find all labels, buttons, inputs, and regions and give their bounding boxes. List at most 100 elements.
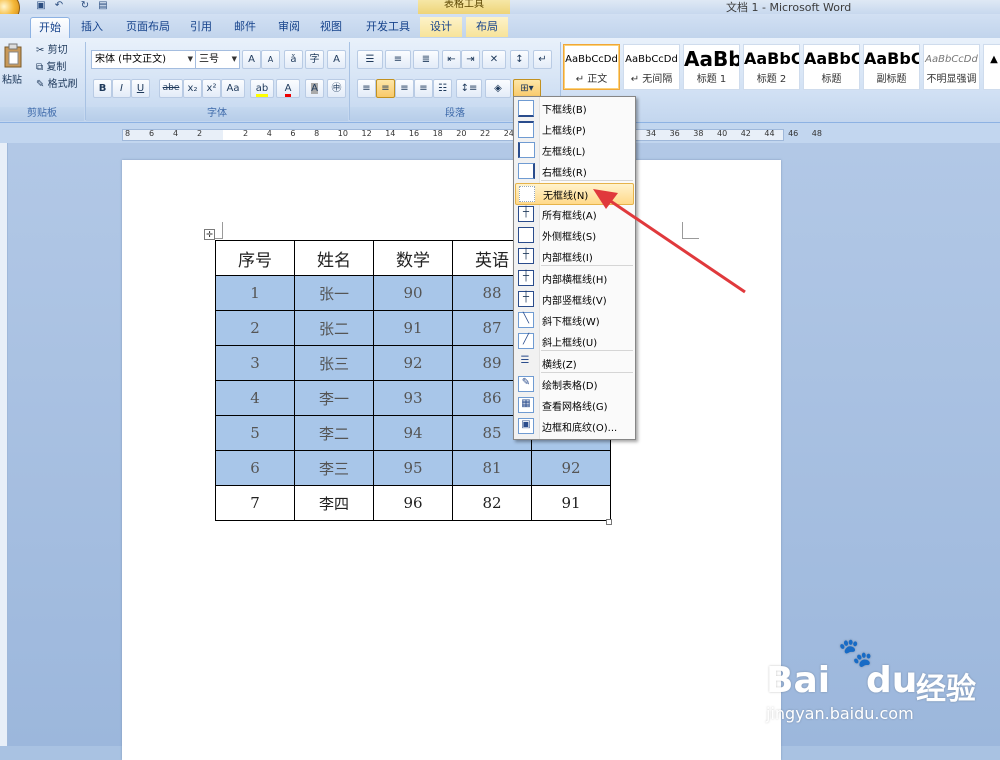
table-cell[interactable]: 张三 <box>294 345 374 381</box>
menu-item-left-border[interactable]: 左框线(L) <box>515 140 634 160</box>
menu-item-all-border[interactable]: ┼ 所有框线(A) <box>515 204 634 224</box>
align-right-button[interactable]: ≡ <box>395 79 414 98</box>
menu-item-right-border[interactable]: 右框线(R) <box>515 161 634 181</box>
style-no-spacing[interactable]: AaBbCcDd ↵ 无间隔 <box>623 44 680 90</box>
tab-mailings[interactable]: 邮件 <box>228 17 262 37</box>
menu-item-inside-border[interactable]: ┼ 内部框线(I) <box>515 246 634 266</box>
align-left-button[interactable]: ≡ <box>357 79 376 98</box>
table-cell[interactable]: 91 <box>531 485 611 521</box>
paste-label[interactable]: 粘贴 <box>2 72 22 90</box>
paste-button[interactable] <box>3 43 23 73</box>
increase-indent-button[interactable]: ⇥ <box>461 50 480 69</box>
vertical-ruler[interactable] <box>0 143 8 746</box>
tab-page-layout[interactable]: 页面布局 <box>120 17 176 37</box>
redo-icon[interactable]: ↻ <box>78 0 92 12</box>
show-marks-button[interactable]: ↵ <box>533 50 552 69</box>
table-cell[interactable]: 2 <box>215 310 295 346</box>
style-heading-1[interactable]: AaBb 标题 1 <box>683 44 740 90</box>
table-header-cell[interactable]: 序号 <box>215 240 295 276</box>
tab-view[interactable]: 视图 <box>314 17 348 37</box>
bullets-button[interactable]: ☰ <box>357 50 383 69</box>
chinese-layout-button[interactable]: ✕ <box>482 50 506 69</box>
format-painter-button[interactable]: ✎ 格式刷 <box>36 76 78 94</box>
grow-font-button[interactable]: A <box>242 50 261 69</box>
table-cell[interactable]: 92 <box>531 450 611 486</box>
undo-icon[interactable]: ↶ <box>52 0 66 12</box>
sort-button[interactable]: ↕ <box>510 50 529 69</box>
char-border-button[interactable]: A <box>327 50 346 69</box>
decrease-indent-button[interactable]: ⇤ <box>442 50 461 69</box>
horizontal-ruler[interactable]: 8 6 4 2 2 4 6 8 10 12 14 16 18 20 22 24 34 36 38 40 42 44 46 48 <box>0 123 1000 143</box>
table-cell[interactable]: 5 <box>215 415 295 451</box>
style-subtle-emphasis[interactable]: AaBbCcDd 不明显强调 <box>923 44 980 90</box>
shrink-font-button[interactable]: A <box>261 50 280 69</box>
style-normal[interactable]: AaBbCcDd ↵ 正文 <box>563 44 620 90</box>
tab-design[interactable]: 设计 <box>420 17 462 37</box>
table-cell[interactable]: 82 <box>452 485 532 521</box>
style-more[interactable]: ▲ <box>983 44 1000 90</box>
multilevel-list-button[interactable]: ≣ <box>413 50 439 69</box>
justify-button[interactable]: ≡ <box>414 79 433 98</box>
style-subtitle[interactable]: AaBbC 副标题 <box>863 44 920 90</box>
table-cell[interactable]: 7 <box>215 485 295 521</box>
table-cell[interactable]: 92 <box>373 345 453 381</box>
table-cell[interactable]: 6 <box>215 450 295 486</box>
highlight-button[interactable]: ab <box>250 79 274 98</box>
menu-item-top-border[interactable]: 上框线(P) <box>515 119 634 139</box>
menu-item-none-border[interactable]: 无框线(N) <box>515 183 634 205</box>
style-title[interactable]: AaBbC 标题 <box>803 44 860 90</box>
print-preview-icon[interactable]: ▤ <box>96 0 110 12</box>
style-heading-2[interactable]: AaBbC 标题 2 <box>743 44 800 90</box>
table-cell[interactable]: 张二 <box>294 310 374 346</box>
italic-button[interactable]: I <box>112 79 131 98</box>
table-cell[interactable]: 李二 <box>294 415 374 451</box>
superscript-button[interactable]: x² <box>202 79 221 98</box>
table-resize-handle[interactable] <box>606 519 612 525</box>
tab-review[interactable]: 审阅 <box>272 17 306 37</box>
line-spacing-button[interactable]: ↕≡ <box>456 79 482 98</box>
tab-insert[interactable]: 插入 <box>74 17 110 37</box>
tab-layout[interactable]: 布局 <box>466 17 508 37</box>
bold-button[interactable]: B <box>93 79 112 98</box>
menu-item-hl-border[interactable]: ☰ 横线(Z) <box>515 353 634 373</box>
phonetic-guide-button[interactable]: ǎ <box>284 50 303 69</box>
table-cell[interactable]: 94 <box>373 415 453 451</box>
table-cell[interactable]: 93 <box>373 380 453 416</box>
table-cell[interactable]: 91 <box>373 310 453 346</box>
table-cell[interactable]: 81 <box>452 450 532 486</box>
save-icon[interactable]: ▣ <box>34 0 48 12</box>
tab-home[interactable]: 开始 <box>30 17 70 38</box>
tab-references[interactable]: 引用 <box>184 17 218 37</box>
table-cell[interactable]: 96 <box>373 485 453 521</box>
font-size-select[interactable]: 三号 ▼ <box>195 50 240 69</box>
font-color-button[interactable]: A <box>276 79 300 98</box>
menu-item-du-border[interactable]: ╱ 斜上框线(U) <box>515 331 634 351</box>
table-cell[interactable]: 李一 <box>294 380 374 416</box>
table-header-cell[interactable]: 数学 <box>373 240 453 276</box>
menu-item-bottom-border[interactable]: 下框线(B) <box>515 98 634 118</box>
menu-item-outside-border[interactable]: 外侧框线(S) <box>515 225 634 245</box>
distributed-button[interactable]: ☷ <box>433 79 452 98</box>
table-cell[interactable]: 90 <box>373 275 453 311</box>
subscript-button[interactable]: x₂ <box>183 79 202 98</box>
table-cell[interactable]: 3 <box>215 345 295 381</box>
menu-item-ih-border[interactable]: ┼ 内部横框线(H) <box>515 268 634 288</box>
menu-item-shade-border[interactable]: ▣ 边框和底纹(O)... <box>515 416 634 436</box>
underline-button[interactable]: U <box>131 79 150 98</box>
table-header-cell[interactable]: 姓名 <box>294 240 374 276</box>
tab-developer[interactable]: 开发工具 <box>360 17 416 37</box>
menu-item-dd-border[interactable]: ╲ 斜下框线(W) <box>515 310 634 330</box>
change-case-button[interactable]: Aa <box>221 79 245 98</box>
font-name-select[interactable]: 宋体 (中文正文) ▼ <box>91 50 196 69</box>
menu-item-grid-border[interactable]: ▦ 查看网格线(G) <box>515 395 634 415</box>
shading-button[interactable]: ◈ <box>485 79 511 98</box>
table-move-handle[interactable]: ✛ <box>204 229 215 240</box>
enclose-char-button[interactable]: 字 <box>305 50 324 69</box>
table-cell[interactable]: 4 <box>215 380 295 416</box>
strikethrough-button[interactable]: abe <box>159 79 183 98</box>
table-cell[interactable]: 1 <box>215 275 295 311</box>
enclose-circle-button[interactable]: ㊥ <box>327 79 346 98</box>
table-cell[interactable]: 95 <box>373 450 453 486</box>
char-shading-button[interactable]: A <box>305 79 324 98</box>
table-cell[interactable]: 李四 <box>294 485 374 521</box>
